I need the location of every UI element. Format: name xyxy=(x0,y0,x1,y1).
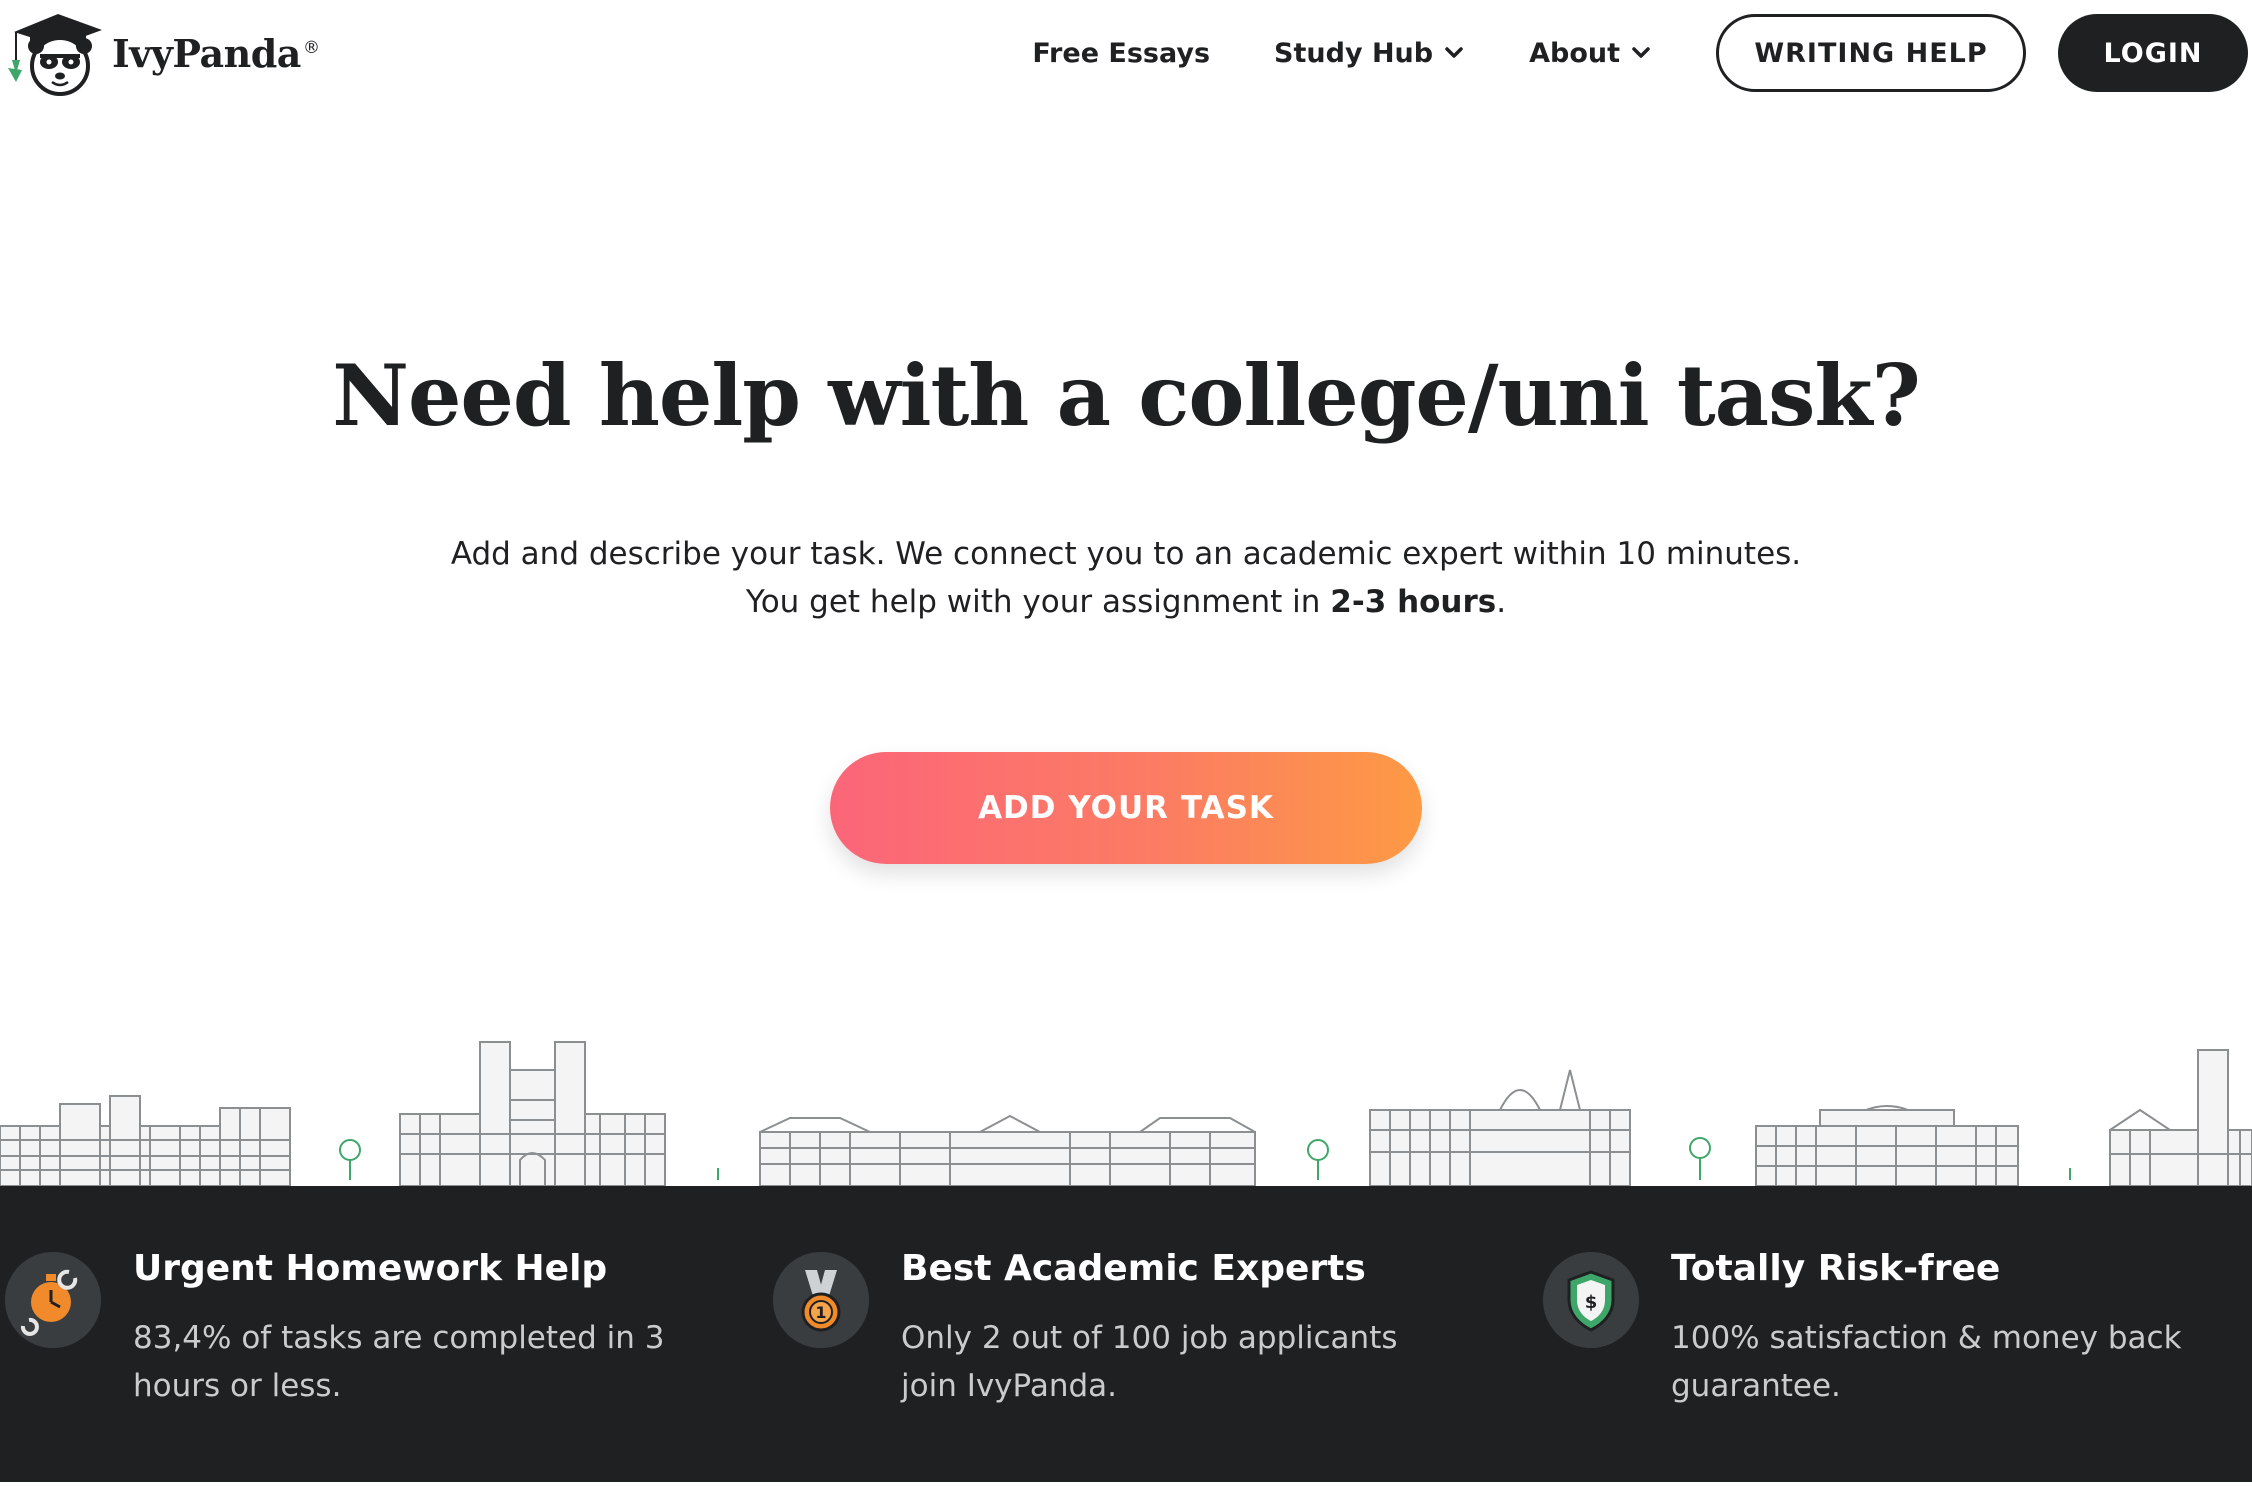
skyline-tree-4 xyxy=(1689,1137,1711,1180)
hero-subtitle: Add and describe your task. We connect y… xyxy=(0,530,2252,626)
hero-subtitle-line-2: You get help with your assignment in 2-3… xyxy=(745,584,1507,620)
writing-help-button[interactable]: WRITING HELP xyxy=(1716,14,2026,92)
logo-wordmark: IvyPanda ® xyxy=(112,30,320,76)
skyline-tree-3 xyxy=(1307,1139,1329,1180)
hero-title: Need help with a college/uni task? xyxy=(332,346,1921,445)
nav-study-hub[interactable]: Study Hub xyxy=(1274,38,1465,69)
main-nav: Free Essays Study Hub About WRITING HELP… xyxy=(1032,14,2252,92)
chevron-down-icon xyxy=(1445,47,1463,58)
svg-text:1: 1 xyxy=(815,1303,826,1322)
feature-description: 83,4% of tasks are completed in 3 hours … xyxy=(133,1320,665,1404)
add-your-task-button[interactable]: ADD YOUR TASK xyxy=(830,752,1422,864)
feature-description: 100% satisfaction & money back guarantee… xyxy=(1671,1320,2182,1404)
features-band: Urgent Homework Help 83,4% of tasks are … xyxy=(0,1186,2252,1482)
svg-text:$: $ xyxy=(1585,1292,1598,1313)
skyline-tree-1 xyxy=(339,1139,361,1180)
feature-title: Urgent Homework Help xyxy=(133,1248,608,1289)
campus-skyline-illustration xyxy=(0,1041,2252,1186)
nav-about-label: About xyxy=(1529,37,1620,69)
skyline-building-group-4 xyxy=(1369,1069,1631,1186)
skyline-building-group-3 xyxy=(759,1114,1256,1186)
nav-free-essays-label: Free Essays xyxy=(1032,37,1211,69)
nav-about[interactable]: About xyxy=(1529,38,1652,69)
turnaround-highlight: 2-3 hours xyxy=(1330,584,1497,620)
skyline-building-group-6 xyxy=(2109,1049,2252,1186)
feature-description: Only 2 out of 100 job applicants join Iv… xyxy=(901,1320,1398,1404)
skyline-building-group-2 xyxy=(399,1041,666,1186)
site-header: IvyPanda ® Free Essays Study Hub About WR… xyxy=(0,0,2252,104)
hero-subtitle-line-1: Add and describe your task. We connect y… xyxy=(450,536,1802,572)
nav-study-hub-label: Study Hub xyxy=(1274,37,1434,69)
medal-icon: 1 xyxy=(773,1252,869,1348)
skyline-building-group-1 xyxy=(0,1095,291,1186)
feature-title: Totally Risk-free xyxy=(1671,1248,2001,1289)
skyline-building-group-5 xyxy=(1755,1105,2019,1186)
nav-free-essays[interactable]: Free Essays xyxy=(1032,38,1210,69)
shield-dollar-icon: $ xyxy=(1543,1252,1639,1348)
login-button[interactable]: LOGIN xyxy=(2058,14,2248,92)
stopwatch-icon xyxy=(5,1252,101,1348)
site-logo[interactable]: IvyPanda ® xyxy=(6,10,320,96)
panda-logo-icon xyxy=(8,14,102,96)
chevron-down-icon xyxy=(1632,47,1650,58)
feature-title: Best Academic Experts xyxy=(901,1248,1366,1289)
